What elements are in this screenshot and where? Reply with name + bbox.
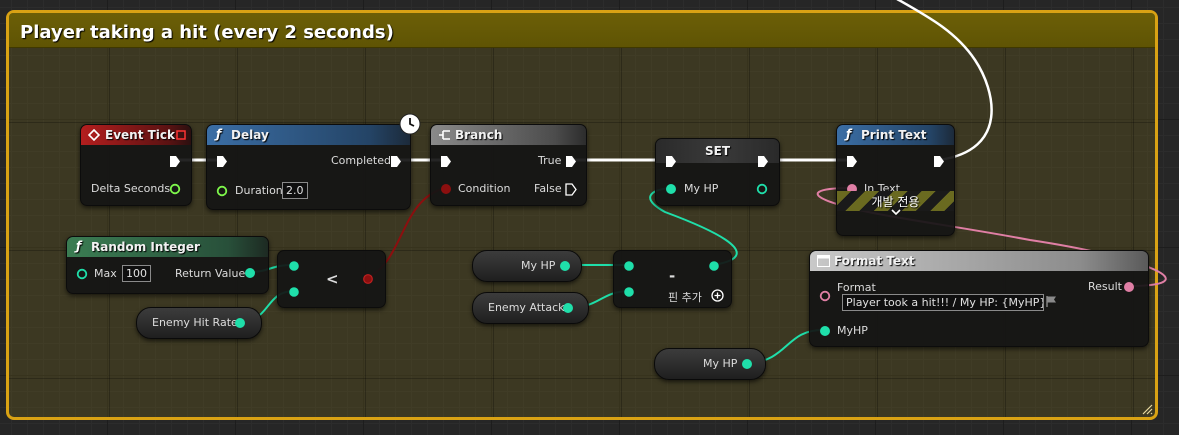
sub-b-pin[interactable]	[623, 286, 635, 298]
format-text-icon	[817, 255, 830, 267]
event-diamond-icon	[88, 129, 100, 141]
format-input[interactable]: Player took a hit!!! / My HP: {MyHP}	[842, 294, 1044, 311]
my-hp-variable-b[interactable]: My HP	[654, 348, 766, 380]
exec-in-pin[interactable]	[440, 155, 452, 168]
sub-result-pin[interactable]	[708, 260, 720, 272]
my-hp-in-pin[interactable]	[665, 183, 677, 195]
function-f-icon: ƒ	[846, 127, 852, 141]
random-integer-node[interactable]: ƒ Random Integer Max 100 Return Value	[66, 236, 269, 294]
condition-pin[interactable]	[440, 183, 452, 195]
delta-seconds-pin[interactable]	[169, 183, 181, 195]
exec-in-pin[interactable]	[665, 155, 677, 168]
exec-in-pin[interactable]	[216, 155, 228, 168]
branch-node[interactable]: Branch True Condition False	[430, 124, 587, 206]
exec-out-pin[interactable]	[169, 155, 181, 168]
true-exec-out-pin[interactable]	[565, 155, 577, 168]
duration-pin[interactable]	[216, 185, 228, 197]
exec-in-pin[interactable]	[846, 155, 858, 168]
my-hp-label: My HP	[684, 182, 719, 195]
return-value-label: Return Value	[175, 267, 246, 280]
duration-input[interactable]: 2.0	[282, 182, 308, 199]
branch-icon	[439, 130, 450, 140]
clock-icon	[399, 113, 421, 135]
enemy-hit-rate-label: Enemy Hit Rate	[152, 316, 238, 329]
myhp-label: MyHP	[837, 324, 868, 337]
completed-label: Completed	[331, 154, 391, 167]
my-hp-out-pin[interactable]	[756, 183, 768, 195]
max-input[interactable]: 100	[122, 265, 151, 282]
my-hp-variable-a[interactable]: My HP	[472, 250, 582, 282]
less-result-pin[interactable]	[362, 273, 374, 285]
blueprint-graph-canvas[interactable]: Player taking a hit (every 2 seconds) Ev…	[0, 0, 1179, 435]
set-node[interactable]: SET My HP	[655, 138, 780, 206]
flag-icon[interactable]	[1045, 295, 1058, 308]
condition-label: Condition	[458, 182, 511, 195]
delegate-pin-icon[interactable]	[176, 130, 186, 140]
add-pin-label[interactable]: 핀 추가	[668, 289, 702, 305]
subtract-node[interactable]: - 핀 추가	[613, 250, 732, 308]
less-than-node[interactable]: <	[277, 250, 386, 308]
enemy-attack-label: Enemy Attack	[488, 301, 565, 314]
function-f-icon: ƒ	[216, 127, 222, 141]
delay-title: Delay	[231, 128, 269, 142]
branch-title: Branch	[455, 128, 503, 142]
enemy-attack-out-pin[interactable]	[562, 302, 574, 314]
sub-a-pin[interactable]	[623, 260, 635, 272]
false-exec-out-pin[interactable]	[565, 183, 577, 196]
format-text-title: Format Text	[834, 254, 915, 268]
print-text-title: Print Text	[861, 128, 927, 142]
function-f-icon: ƒ	[76, 239, 82, 253]
enemy-hit-rate-variable[interactable]: Enemy Hit Rate	[136, 307, 262, 339]
false-label: False	[534, 182, 562, 195]
format-label: Format	[837, 281, 876, 294]
delta-seconds-label: Delta Seconds	[91, 182, 171, 195]
development-only-label: 개발 전용	[871, 195, 920, 209]
my-hp-variable-b-label: My HP	[703, 357, 738, 370]
my-hp-variable-b-out-pin[interactable]	[741, 358, 753, 370]
print-text-node[interactable]: ƒ Print Text In Text 개발 전용	[836, 124, 955, 236]
wires-layer	[175, 0, 1167, 365]
completed-exec-out-pin[interactable]	[390, 155, 402, 168]
add-pin-plus-icon[interactable]	[711, 289, 724, 302]
random-integer-title: Random Integer	[91, 240, 200, 254]
true-label: True	[538, 154, 562, 167]
my-hp-variable-a-label: My HP	[521, 259, 556, 272]
exec-out-pin[interactable]	[933, 155, 945, 168]
my-hp-variable-a-out-pin[interactable]	[559, 260, 571, 272]
enemy-attack-variable[interactable]: Enemy Attack	[472, 292, 589, 324]
delay-node[interactable]: ƒ Delay Completed Duration 2.0	[206, 113, 421, 210]
duration-label: Duration	[235, 184, 283, 197]
max-label: Max	[94, 267, 117, 280]
myhp-in-pin[interactable]	[819, 325, 831, 337]
chevron-down-icon[interactable]	[891, 209, 901, 216]
max-pin[interactable]	[76, 268, 88, 280]
format-pin[interactable]	[819, 290, 831, 302]
result-label: Result	[1088, 280, 1122, 293]
return-value-pin[interactable]	[244, 267, 256, 279]
less-b-pin[interactable]	[288, 286, 300, 298]
result-pin[interactable]	[1123, 281, 1135, 293]
less-than-symbol: <	[326, 270, 339, 288]
event-tick-title: Event Tick	[105, 128, 176, 142]
enemy-hit-rate-out-pin[interactable]	[234, 317, 246, 329]
event-tick-node[interactable]: Event Tick Delta Seconds	[80, 124, 192, 206]
format-text-node[interactable]: Format Text Format Player took a hit!!! …	[809, 250, 1149, 347]
exec-out-pin[interactable]	[757, 155, 769, 168]
subtract-symbol: -	[669, 267, 676, 285]
less-a-pin[interactable]	[288, 260, 300, 272]
